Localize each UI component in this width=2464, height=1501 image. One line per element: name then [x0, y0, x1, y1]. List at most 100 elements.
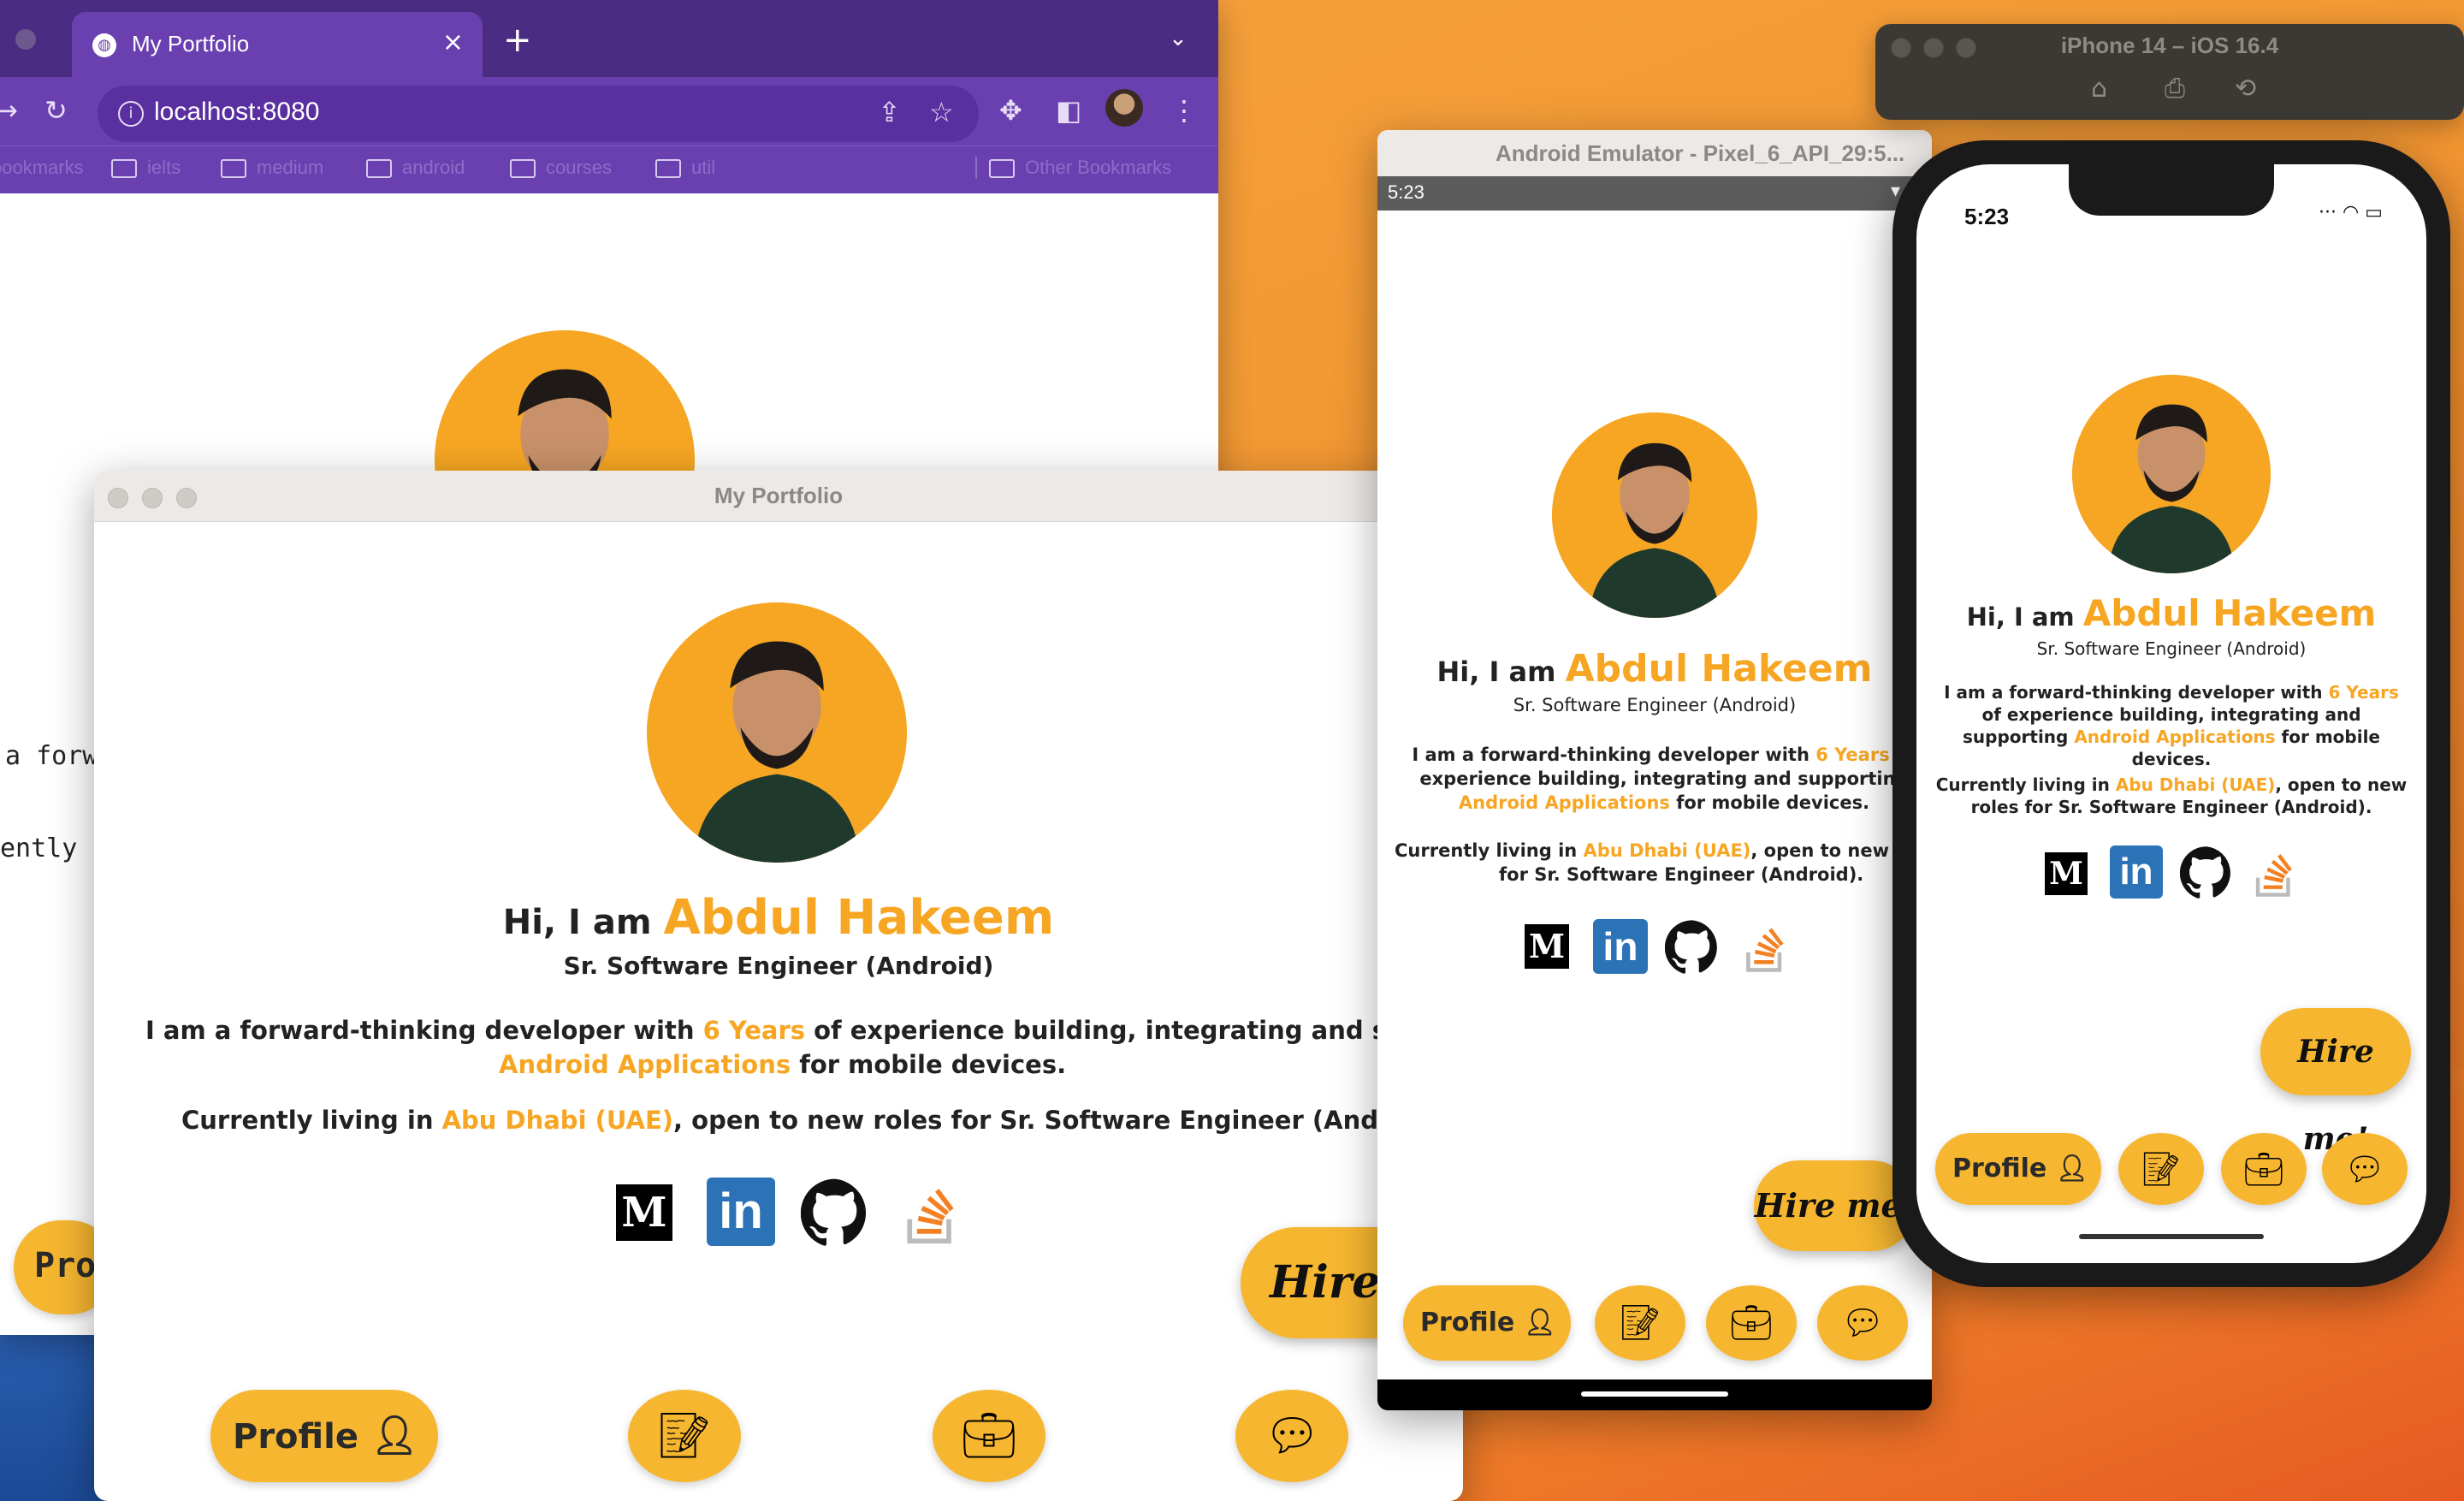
stackoverflow-icon[interactable]: [2252, 845, 2298, 902]
briefcase-icon: 💼︎: [960, 1410, 1017, 1462]
nav-work-button[interactable]: 💼︎: [1706, 1285, 1797, 1361]
stackoverflow-icon[interactable]: [902, 1178, 962, 1249]
location-highlight: Abu Dhabi (UAE): [441, 1106, 674, 1135]
home-icon[interactable]: ⌂: [2091, 74, 2107, 104]
social-links: M in: [1525, 919, 1790, 976]
user-icon: 👤︎: [2055, 1154, 2088, 1184]
forward-icon[interactable]: →: [0, 94, 18, 127]
stackoverflow-icon[interactable]: [1742, 919, 1790, 977]
nav-work-button[interactable]: 💼︎: [2221, 1133, 2307, 1205]
chevron-down-icon[interactable]: ⌄: [1169, 26, 1188, 51]
intro-paragraph: I am a forward-thinking developer with 6…: [1412, 745, 1916, 813]
bookmark-item[interactable]: courses: [510, 157, 612, 179]
tab-my-portfolio[interactable]: ◍ My Portfolio ×: [72, 12, 483, 77]
android-nav-bar: [1377, 1379, 1932, 1410]
home-indicator[interactable]: [2079, 1234, 2264, 1239]
simulator-toolbar: iPhone 14 – iOS 16.4 ⌂ ⎙ ⟲: [1875, 24, 2464, 120]
extensions-icon[interactable]: ✥: [999, 94, 1022, 127]
github-icon[interactable]: [2179, 845, 2233, 902]
address-bar[interactable]: i localhost:8080 ⇪ ☆: [98, 86, 979, 142]
folder-icon: [989, 159, 1015, 179]
location-paragraph: Currently living in Abu Dhabi (UAE), ope…: [181, 1106, 1455, 1135]
linkedin-icon[interactable]: in: [2110, 845, 2163, 899]
menu-icon[interactable]: ⋮: [1170, 94, 1198, 127]
status-time: 5:23: [1388, 181, 1424, 203]
tab-title: My Portfolio: [132, 31, 250, 56]
url-text: localhost:8080: [154, 98, 320, 126]
status-time: 5:23: [1964, 204, 2010, 229]
github-icon[interactable]: [1664, 919, 1720, 977]
nav-contact-button[interactable]: 💬︎: [1817, 1285, 1908, 1361]
iphone-screen: 5:23 ··· ◠ ▭ Hi, I am Abdul Hakeem Sr. S…: [1916, 164, 2426, 1263]
nav-profile-button[interactable]: Profile 👤︎: [1403, 1285, 1571, 1361]
desktop-app-window: My Portfolio Hi, I am Abdul Hakeem Sr. S…: [94, 471, 1463, 1501]
share-icon[interactable]: ⇪: [878, 96, 901, 128]
dynamic-notch: [2069, 164, 2274, 216]
folder-icon: [221, 159, 246, 179]
nav-resume-button[interactable]: 📝︎: [628, 1390, 741, 1482]
job-title: Sr. Software Engineer (Android): [563, 952, 994, 980]
window-control-dot[interactable]: [15, 29, 36, 50]
medium-icon[interactable]: M: [1525, 924, 1569, 969]
medium-icon[interactable]: M: [616, 1184, 672, 1241]
iphone-frame: 5:23 ··· ◠ ▭ Hi, I am Abdul Hakeem Sr. S…: [1892, 140, 2450, 1287]
profile-avatar[interactable]: [1105, 89, 1143, 127]
hire-me-button[interactable]: Hire me!: [2260, 1008, 2411, 1157]
chat-icon: 💬︎: [1263, 1410, 1320, 1462]
user-icon: 👤︎: [370, 1414, 418, 1457]
bookmark-item[interactable]: android: [366, 157, 465, 179]
other-bookmarks[interactable]: Other Bookmarks: [975, 157, 1171, 179]
medium-icon[interactable]: M: [2045, 852, 2088, 895]
social-links: M in: [616, 1178, 1044, 1246]
nav-work-button[interactable]: 💼︎: [933, 1390, 1045, 1482]
nav-contact-button[interactable]: 💬︎: [1235, 1390, 1348, 1482]
screenshot-icon[interactable]: ⎙: [2165, 74, 2185, 104]
social-links: M in: [2045, 845, 2301, 900]
nav-resume-button[interactable]: 📝︎: [1595, 1285, 1685, 1361]
intro-paragraph: I am a forward-thinking developer with 6…: [1944, 682, 2399, 769]
wifi-battery-icon: ··· ◠ ▭: [2319, 202, 2383, 223]
partial-living-text: ently: [0, 834, 78, 863]
profile-photo: [647, 602, 907, 863]
close-icon[interactable]: ×: [442, 27, 464, 57]
linkedin-icon[interactable]: in: [707, 1178, 775, 1246]
android-emulator-window: Android Emulator - Pixel_6_API_29:5... 5…: [1377, 130, 1932, 1410]
nav-resume-button[interactable]: 📝︎: [2118, 1133, 2204, 1205]
reload-icon[interactable]: ↻: [44, 94, 68, 127]
simulator-title: iPhone 14 – iOS 16.4: [2060, 33, 2279, 58]
bookmark-item[interactable]: bookmarks: [0, 157, 84, 179]
linkedin-icon[interactable]: in: [1593, 919, 1648, 974]
window-title: My Portfolio: [714, 483, 844, 508]
bookmark-item[interactable]: ielts: [111, 157, 181, 179]
chrome-toolbar: → ↻ i localhost:8080 ⇪ ☆ ✥ ◧ ⋮: [0, 77, 1218, 154]
nav-profile-button[interactable]: Profile 👤︎: [1935, 1133, 2101, 1205]
sidebar-icon[interactable]: ◧: [1056, 94, 1081, 127]
profile-photo: [1552, 412, 1757, 618]
folder-icon: [655, 159, 681, 179]
greeting: Hi, I am Abdul Hakeem: [502, 890, 1055, 946]
job-title: Sr. Software Engineer (Android): [1513, 695, 1797, 715]
star-icon[interactable]: ☆: [929, 96, 954, 128]
partial-intro-text: a forw: [5, 741, 98, 771]
resume-settings-icon: 📝︎: [1618, 1303, 1662, 1343]
folder-icon: [111, 159, 137, 179]
bookmarks-bar: bookmarks ielts medium android courses u…: [0, 145, 1218, 193]
bookmark-item[interactable]: util: [655, 157, 715, 179]
new-tab-icon[interactable]: +: [503, 21, 532, 60]
bookmark-item[interactable]: medium: [221, 157, 323, 179]
location-paragraph: Currently living in Abu Dhabi (UAE), ope…: [1935, 774, 2408, 817]
nav-contact-button[interactable]: 💬︎: [2322, 1133, 2408, 1205]
intro-paragraph: I am a forward-thinking developer with 6…: [145, 1016, 1463, 1079]
info-icon[interactable]: i: [118, 101, 144, 127]
rotate-icon[interactable]: ⟲: [2235, 74, 2256, 104]
apps-highlight: Android Applications: [499, 1050, 791, 1079]
profile-photo: [2072, 375, 2271, 573]
chat-icon: 💬︎: [1840, 1303, 1885, 1343]
github-icon[interactable]: [800, 1178, 869, 1249]
folder-icon: [366, 159, 392, 179]
greeting: Hi, I am Abdul Hakeem: [1436, 647, 1873, 691]
user-icon: 👤︎: [1523, 1308, 1556, 1338]
nav-profile-button[interactable]: Profile 👤︎: [210, 1390, 438, 1482]
resume-settings-icon: 📝︎: [2140, 1150, 2183, 1188]
gesture-handle[interactable]: [1581, 1391, 1728, 1397]
